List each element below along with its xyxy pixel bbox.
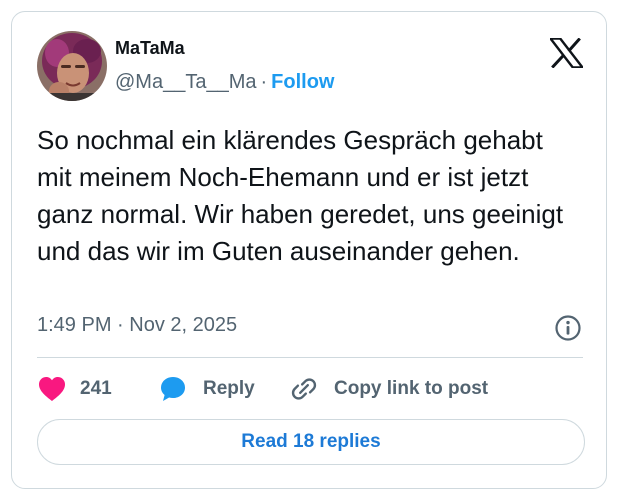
speech-bubble-icon [161,377,185,401]
like-button[interactable]: 241 [38,374,112,404]
divider [37,357,583,358]
x-logo-icon[interactable] [548,37,585,69]
avatar[interactable] [37,31,107,101]
tweet-timestamp[interactable]: 1:49 PM · Nov 2, 2025 [37,314,237,337]
reply-button[interactable]: Reply [159,374,255,404]
tweet-text: So nochmal ein klärendes Gespräch gehabt… [37,125,564,266]
read-replies-label: Read 18 replies [241,431,381,452]
author-display-name[interactable]: MaTaMa [115,38,185,59]
x-logo-icon [548,37,585,69]
link-icon [291,378,317,400]
reply-label: Reply [203,378,255,399]
copy-link-button[interactable]: Copy link to post [290,374,488,404]
heart-icon [39,377,65,401]
tweet-card: MaTaMa @Ma__Ta__Ma · Follow So nochmal ein… [11,11,607,489]
avatar-photo [37,31,107,101]
copy-link-label: Copy link to post [334,378,489,399]
author-handle[interactable]: @Ma__Ta__Ma [115,71,256,93]
author-handle-row: @Ma__Ta__Ma · Follow [115,71,334,94]
follow-button[interactable]: Follow [271,71,334,93]
read-replies-button[interactable]: Read 18 replies [37,419,585,465]
handle-separator: · [260,71,268,93]
info-icon[interactable] [554,314,582,342]
like-count: 241 [80,378,112,399]
info-icon [555,315,581,341]
